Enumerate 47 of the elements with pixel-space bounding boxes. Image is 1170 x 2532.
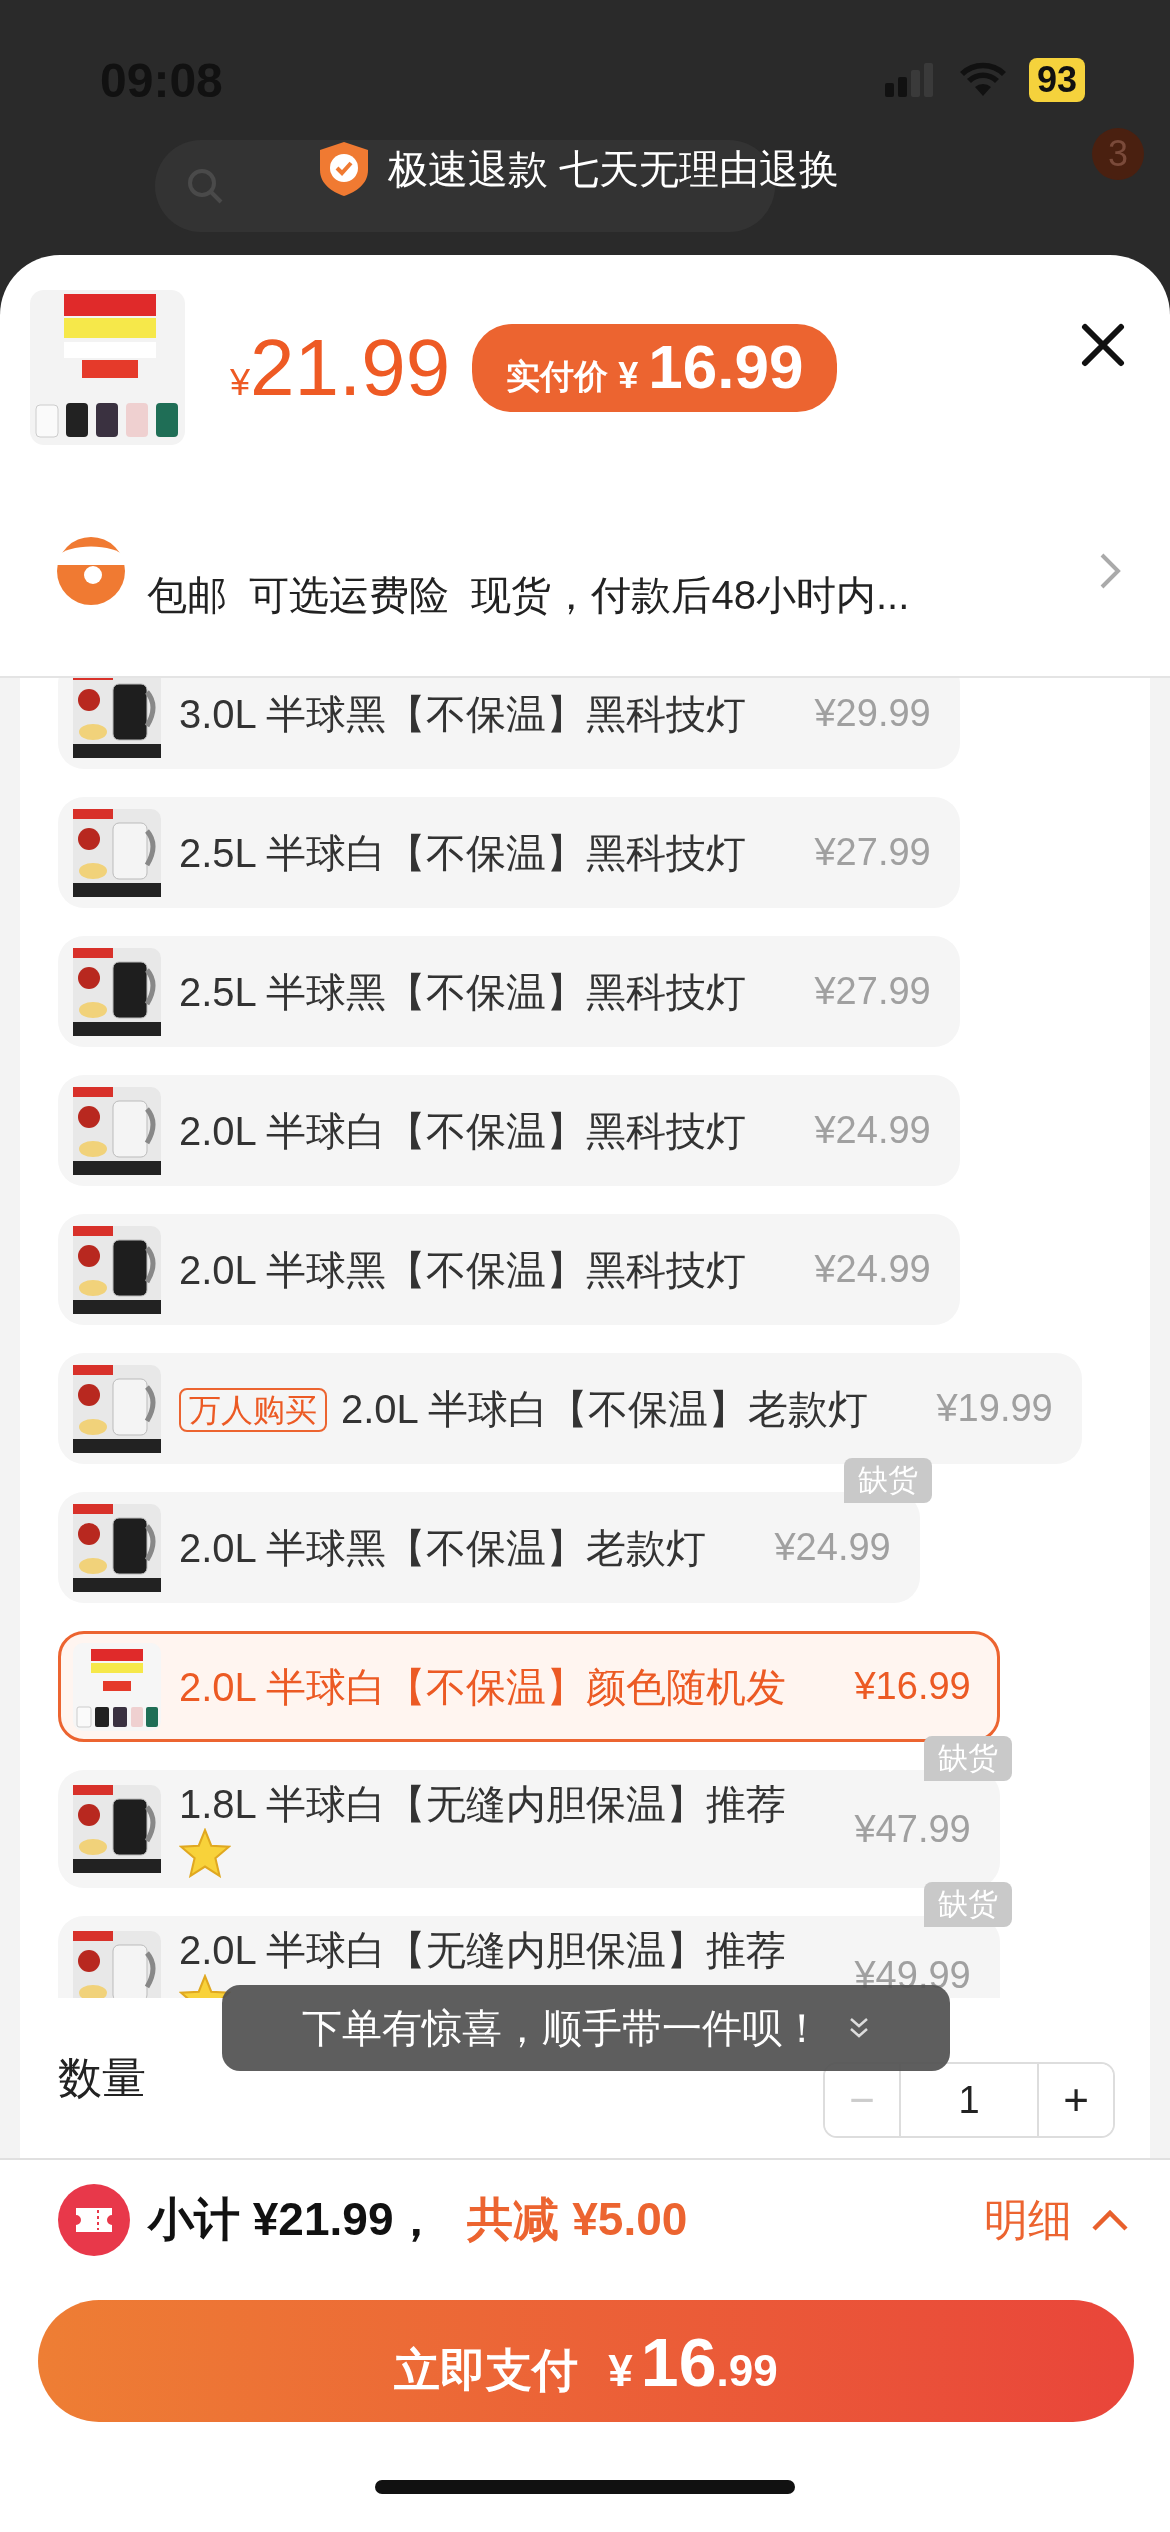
double-chevron-down-icon[interactable] [848,2016,870,2040]
refund-banner-text: 极速退款 七天无理由退换 [388,145,840,193]
search-icon [185,166,225,206]
toast-message: 下单有惊喜，顺手带一件呗！ [302,2004,822,2052]
option-price: ¥24.99 [814,1109,931,1152]
option-price: ¥29.99 [814,692,931,735]
discount-total: 共减 ¥5.00 [467,2192,688,2247]
paid-currency: ¥ [618,354,639,397]
caret-up-icon[interactable] [1090,2207,1130,2233]
option-label: 2.0L 半球白【不保温】黑科技灯 [179,1108,747,1153]
option-price: ¥49.99 [854,1953,971,1997]
coupon-icon [58,2184,130,2256]
option-item[interactable]: 3.0L 半球黑【不保温】黑科技灯 ¥29.99 [58,678,960,769]
option-item[interactable]: 2.5L 半球黑【不保温】黑科技灯 ¥27.99 [58,936,960,1047]
option-label: 2.5L 半球白【不保温】黑科技灯 [179,830,747,875]
wifi-icon [958,62,1007,98]
quantity-label: 数量 [58,2051,146,2104]
shipping-info: 包邮 可选运费险 现货，付款后48小时内... [147,572,910,619]
price: 21.99 [250,321,451,414]
subtotal: 小计 ¥21.99， [148,2192,440,2247]
popular-tag: 万人购买 [179,1387,327,1432]
option-price: ¥19.99 [936,1387,1053,1430]
option-price: ¥24.99 [774,1526,891,1569]
option-price: ¥47.99 [854,1807,971,1851]
option-label: 2.0L 半球白【不保温】颜色随机发 [179,1664,787,1709]
option-label: 2.0L 半球黑【不保温】黑科技灯 [179,1247,747,1292]
option-label: 2.5L 半球黑【不保温】黑科技灯 [179,969,747,1014]
option-label: 2.0L 半球白【无缝内胆保温】推荐 [179,1928,787,1972]
option-item[interactable]: 万人购买 2.0L 半球白【不保温】老款灯 ¥19.99 [58,1353,1082,1464]
option-price: ¥16.99 [854,1665,971,1708]
option-item[interactable]: 2.5L 半球白【不保温】黑科技灯 ¥27.99 [58,797,960,908]
option-label: 2.0L 半球黑【不保温】老款灯 [179,1525,707,1570]
option-label: 2.0L 半球白【不保温】老款灯 [341,1386,869,1431]
paid-label: 实付价 [506,355,609,397]
paid-price: 16.99 [648,335,804,398]
close-icon[interactable] [1081,323,1125,367]
battery-level: 93 [1028,58,1085,102]
option-price: ¥27.99 [814,831,931,874]
option-label: 3.0L 半球黑【不保温】黑科技灯 [179,691,747,736]
option-price: ¥24.99 [814,1248,931,1291]
option-price: ¥27.99 [814,970,931,1013]
option-label: 1.8L 半球白【无缝内胆保温】推荐 [179,1782,787,1826]
price-currency: ¥ [230,361,251,404]
logo-icon [55,534,127,607]
option-item[interactable]: 2.0L 半球黑【不保温】黑科技灯 ¥24.99 [58,1214,960,1325]
shield-check-icon [318,140,370,198]
option-item[interactable]: 2.0L 半球白【不保温】黑科技灯 ¥24.99 [58,1075,960,1186]
